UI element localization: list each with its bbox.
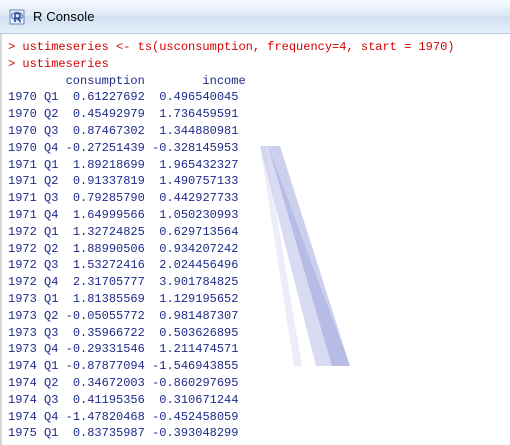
command-line: > ustimeseries <- ts(usconsumption, freq… (8, 39, 454, 56)
output-row: 1975 Q1 0.83735987 -0.393048299 (8, 425, 454, 442)
row-label: 1970 Q3 (8, 123, 59, 138)
output-row: 1970 Q3 0.87467302 1.344880981 (8, 123, 454, 140)
output-row: 1971 Q3 0.79285790 0.442927733 (8, 190, 454, 207)
income-value: 0.310671244 (152, 392, 239, 407)
console-text: > ustimeseries <- ts(usconsumption, freq… (8, 39, 454, 445)
output-row: 1972 Q1 1.32724825 0.629713564 (8, 224, 454, 241)
output-row: 1970 Q2 0.45492979 1.736459591 (8, 106, 454, 123)
row-label: 1972 Q2 (8, 241, 59, 256)
output-row: 1970 Q1 0.61227692 0.496540045 (8, 89, 454, 106)
consumption-value: 0.35966722 (65, 325, 145, 340)
output-row: 1974 Q1 -0.87877094 -1.546943855 (8, 358, 454, 375)
income-value: -0.860297695 (152, 375, 239, 390)
income-value: 0.981487307 (152, 308, 239, 323)
row-label: 1971 Q4 (8, 207, 59, 222)
row-label: 1974 Q3 (8, 392, 59, 407)
row-label: 1974 Q2 (8, 375, 59, 390)
row-label: 1970 Q2 (8, 107, 59, 122)
output-row: 1973 Q4 -0.29331546 1.211474571 (8, 341, 454, 358)
row-label: 1972 Q1 (8, 224, 59, 239)
row-label: 1971 Q2 (8, 174, 59, 189)
consumption-value: 0.91337819 (65, 174, 145, 189)
row-label: 1973 Q1 (8, 291, 59, 306)
consumption-value: 1.53272416 (65, 258, 145, 273)
income-value: 1.490757133 (152, 174, 239, 189)
income-value: 1.965432327 (152, 157, 239, 172)
income-value: -0.393048299 (152, 426, 239, 441)
output-row: 1971 Q1 1.89218699 1.965432327 (8, 157, 454, 174)
output-row: 1971 Q4 1.64999566 1.050230993 (8, 207, 454, 224)
command-text: ustimeseries (22, 56, 109, 71)
income-value: 1.050230993 (152, 207, 239, 222)
consumption-value: 0.61227692 (65, 90, 145, 105)
consumption-value: 0.45492979 (65, 107, 145, 122)
console-output-area[interactable]: > ustimeseries <- ts(usconsumption, freq… (0, 34, 510, 445)
consumption-value: 1.81385569 (65, 291, 145, 306)
income-value: 0.496540045 (152, 90, 239, 105)
consumption-value: 1.88990506 (65, 241, 145, 256)
output-row: 1974 Q4 -1.47820468 -0.452458059 (8, 409, 454, 426)
output-row: 1971 Q2 0.91337819 1.490757133 (8, 173, 454, 190)
output-row: 1974 Q2 0.34672003 -0.860297695 (8, 375, 454, 392)
r-console-window: R Console > ustimeseries <- ts(usconsump… (0, 0, 510, 445)
output-row: 1973 Q1 1.81385569 1.129195652 (8, 291, 454, 308)
title-bar[interactable]: R Console (0, 0, 510, 34)
row-label: 1975 Q1 (8, 426, 59, 441)
consumption-value: 0.79285790 (65, 191, 145, 206)
r-logo-icon (9, 9, 25, 24)
consumption-value: 0.41195356 (65, 392, 145, 407)
consumption-value: -0.29331546 (65, 342, 145, 357)
income-value: 1.736459591 (152, 107, 239, 122)
output-row: 1970 Q4 -0.27251439 -0.328145953 (8, 140, 454, 157)
consumption-value: 0.87467302 (65, 123, 145, 138)
output-row: 1972 Q4 2.31705777 3.901784825 (8, 274, 454, 291)
row-label: 1972 Q4 (8, 275, 59, 290)
row-label: 1974 Q1 (8, 359, 59, 374)
income-value: 0.629713564 (152, 224, 239, 239)
row-label: 1973 Q3 (8, 325, 59, 340)
command-text: ustimeseries <- ts(usconsumption, freque… (22, 40, 455, 54)
row-label: 1974 Q4 (8, 409, 59, 424)
consumption-value: 1.64999566 (65, 207, 145, 222)
income-value: 1.344880981 (152, 123, 239, 138)
consumption-value: 0.34672003 (65, 375, 145, 390)
command-line: > ustimeseries (8, 56, 454, 73)
window-title: R Console (33, 9, 95, 24)
consumption-value: -0.05055772 (65, 308, 145, 323)
output-row: 1973 Q3 0.35966722 0.503626895 (8, 325, 454, 342)
income-value: 0.442927733 (152, 191, 239, 206)
income-value: 0.503626895 (152, 325, 239, 340)
row-label: 1970 Q4 (8, 140, 59, 155)
consumption-value: 0.83735987 (65, 426, 145, 441)
row-label: 1973 Q4 (8, 342, 59, 357)
income-value: -0.452458059 (152, 409, 239, 424)
row-label: 1970 Q1 (8, 90, 59, 105)
income-value: 2.024456496 (152, 258, 239, 273)
income-value: 1.129195652 (152, 291, 239, 306)
output-header: consumption income (8, 73, 246, 88)
row-label: 1971 Q3 (8, 191, 59, 206)
income-value: 0.934207242 (152, 241, 239, 256)
prompt-symbol: > (8, 56, 23, 71)
row-label: 1973 Q2 (8, 308, 59, 323)
consumption-value: 1.32724825 (65, 224, 145, 239)
consumption-value: -0.27251439 (65, 140, 145, 155)
output-row: 1972 Q3 1.53272416 2.024456496 (8, 257, 454, 274)
consumption-value: -0.87877094 (65, 359, 145, 374)
prompt-symbol: > (8, 40, 23, 54)
row-label: 1972 Q3 (8, 258, 59, 273)
row-label: 1971 Q1 (8, 157, 59, 172)
income-value: 1.211474571 (152, 342, 239, 357)
output-row: 1973 Q2 -0.05055772 0.981487307 (8, 308, 454, 325)
income-value: -0.328145953 (152, 140, 239, 155)
output-row: 1974 Q3 0.41195356 0.310671244 (8, 392, 454, 409)
income-value: 3.901784825 (152, 275, 239, 290)
consumption-value: -1.47820468 (65, 409, 145, 424)
output-row: 1972 Q2 1.88990506 0.934207242 (8, 241, 454, 258)
consumption-value: 2.31705777 (65, 275, 145, 290)
consumption-value: 1.89218699 (65, 157, 145, 172)
income-value: -1.546943855 (152, 359, 239, 374)
